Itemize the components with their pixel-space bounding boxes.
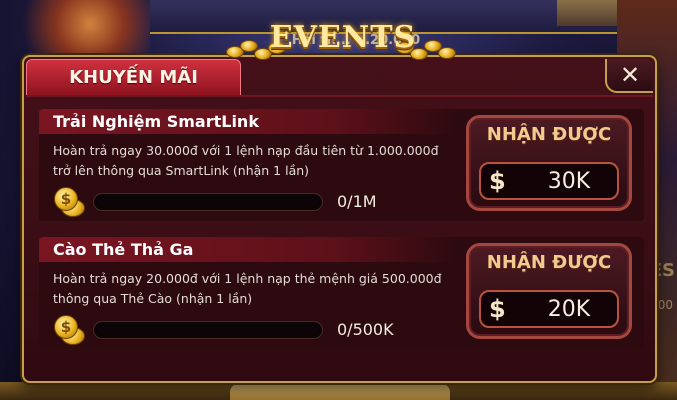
dollar-icon: $ bbox=[489, 167, 506, 195]
events-banner: EVENTS bbox=[218, 18, 468, 62]
promo-progress: $ 0/1M bbox=[53, 187, 413, 217]
promo-header: Cào Thẻ Thả Ga bbox=[39, 237, 459, 262]
tab-label: KHUYẾN MÃI bbox=[69, 67, 198, 88]
promo-card-smartlink: Trải Nghiệm SmartLink Hoàn trả ngay 30.0… bbox=[39, 109, 644, 221]
reward-box[interactable]: NHẬN ĐƯỢC $ 30K bbox=[466, 115, 632, 211]
reward-value-box: $ 30K bbox=[479, 162, 619, 200]
promo-card-scratch-card: Cào Thẻ Thả Ga Hoàn trả ngay 20.000đ với… bbox=[39, 237, 644, 349]
promo-progress: $ 0/500K bbox=[53, 315, 413, 345]
progress-bar bbox=[93, 321, 323, 339]
promo-header: Trải Nghiệm SmartLink bbox=[39, 109, 459, 134]
tab-divider bbox=[26, 95, 653, 97]
progress-bar bbox=[93, 193, 323, 211]
close-button[interactable]: ✕ bbox=[605, 59, 653, 93]
reward-value: 20K bbox=[547, 297, 591, 322]
reward-box[interactable]: NHẬN ĐƯỢC $ 20K bbox=[466, 243, 632, 339]
close-icon: ✕ bbox=[619, 61, 641, 89]
progress-text: 0/500K bbox=[337, 320, 394, 339]
promo-description: Hoàn trả ngay 30.000đ với 1 lệnh nạp đầu… bbox=[53, 143, 439, 178]
coin-stack-icon: $ bbox=[53, 315, 87, 347]
tab-khuyen-mai[interactable]: KHUYẾN MÃI bbox=[26, 59, 241, 95]
promo-description: Hoàn trả ngay 20.000đ với 1 lệnh nạp thẻ… bbox=[53, 271, 442, 306]
events-dialog: KHUYẾN MÃI ✕ Trải Nghiệm SmartLink Hoàn … bbox=[22, 55, 657, 383]
progress-text: 0/1M bbox=[337, 192, 377, 211]
coin-stack-icon: $ bbox=[53, 187, 87, 219]
dollar-icon: $ bbox=[489, 295, 506, 323]
lobby-bottom-button bbox=[230, 384, 450, 400]
reward-value: 30K bbox=[547, 169, 591, 194]
promo-title: Cào Thẻ Thả Ga bbox=[53, 240, 194, 259]
events-title: EVENTS bbox=[269, 20, 417, 55]
reward-value-box: $ 20K bbox=[479, 290, 619, 328]
reward-label: NHẬN ĐƯỢC bbox=[486, 124, 612, 145]
reward-label: NHẬN ĐƯỢC bbox=[486, 252, 612, 273]
promo-title: Trải Nghiệm SmartLink bbox=[53, 112, 259, 131]
lobby-left-artwork bbox=[0, 0, 150, 60]
